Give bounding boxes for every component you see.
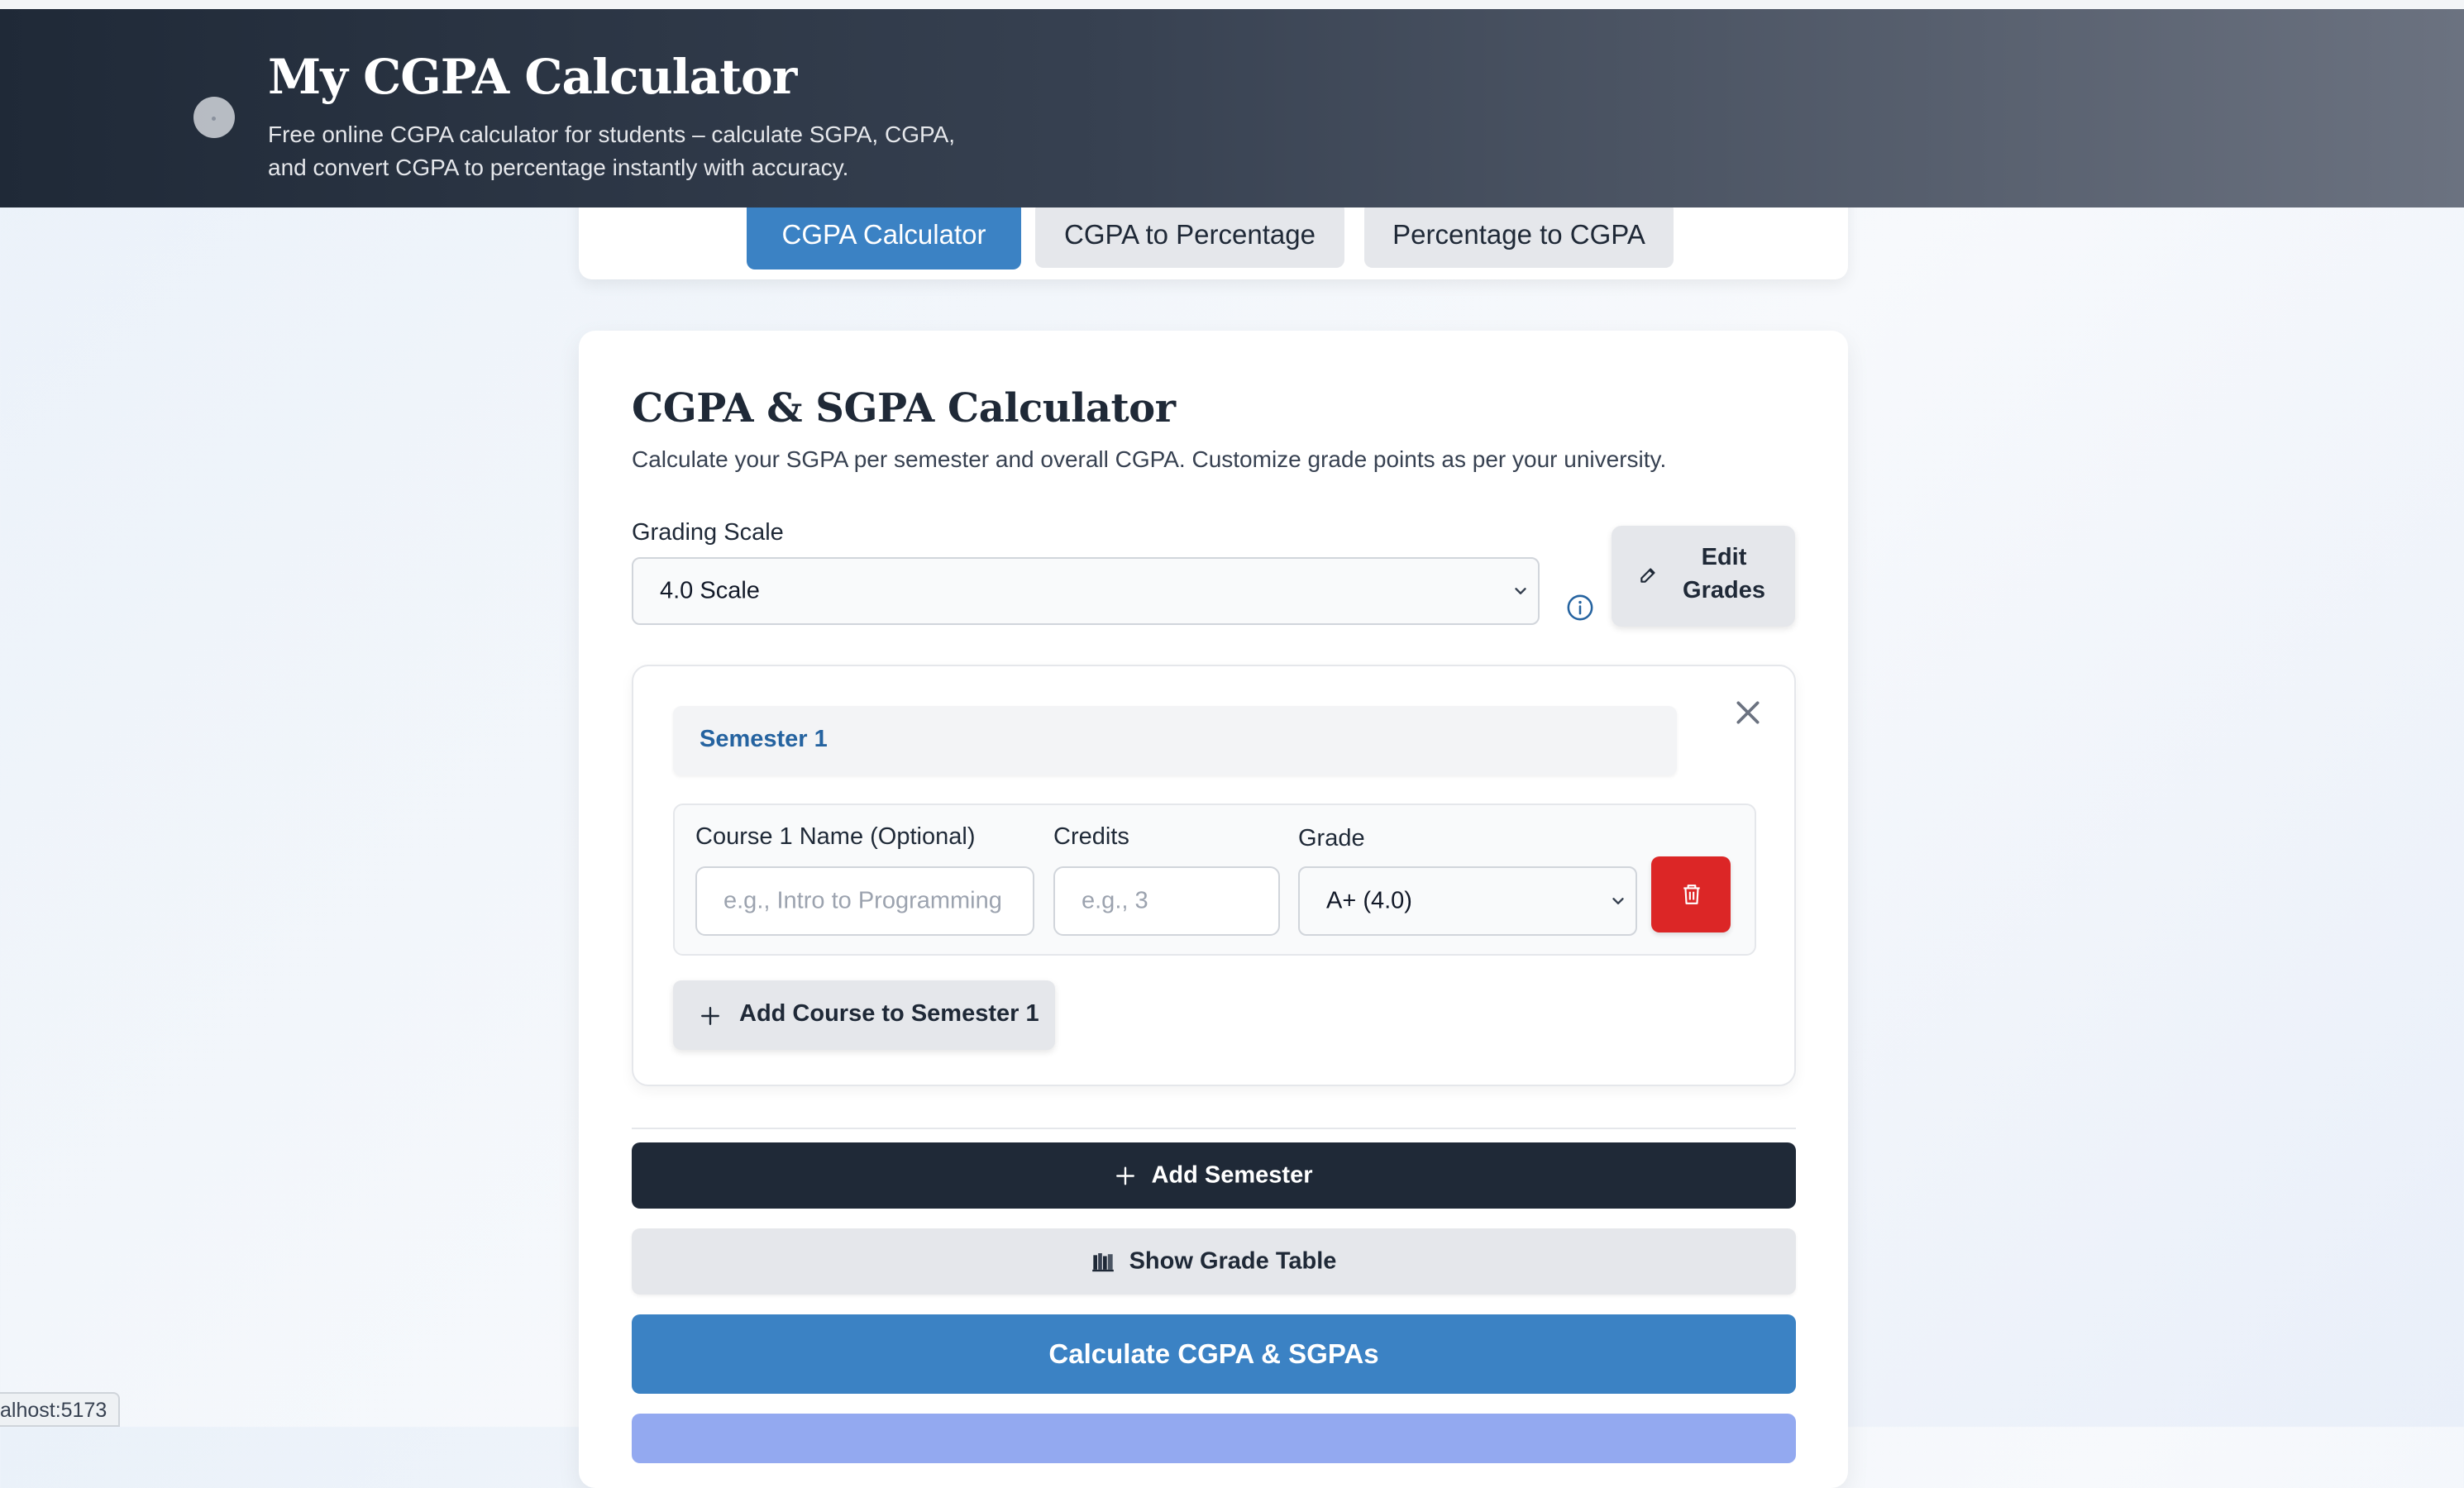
section-divider	[632, 1128, 1796, 1129]
calculator-title: CGPA & SGPA Calculator	[632, 385, 1176, 432]
next-action-button[interactable]	[632, 1414, 1796, 1463]
plus-icon	[701, 1007, 719, 1025]
browser-top-strip	[0, 0, 2464, 9]
course-name-label: Course 1 Name (Optional)	[695, 823, 976, 850]
status-bar-url: alhost:5173	[0, 1392, 121, 1427]
credits-placeholder: e.g., 3	[1082, 887, 1148, 914]
add-semester-label: Add Semester	[1151, 1161, 1313, 1189]
books-icon	[1091, 1252, 1114, 1271]
course-name-input[interactable]: e.g., Intro to Programming	[695, 866, 1034, 936]
grading-scale-value: 4.0 Scale	[660, 577, 760, 604]
edit-icon	[1640, 568, 1655, 583]
semester-card: Semester 1 Course 1 Name (Optional) e.g.…	[632, 665, 1796, 1086]
calculator-description: Calculate your SGPA per semester and ove…	[632, 446, 1667, 472]
delete-course-button[interactable]	[1651, 856, 1731, 932]
tab-cgpa-to-percentage[interactable]: CGPA to Percentage	[1035, 202, 1344, 268]
credits-label: Credits	[1053, 823, 1129, 850]
site-subtitle-line-2: and convert CGPA to percentage instantly…	[268, 155, 849, 180]
logo-icon	[193, 97, 235, 138]
edit-grades-label-line-1: Edit	[1701, 544, 1747, 570]
close-icon[interactable]	[1731, 696, 1764, 729]
chevron-down-icon	[1612, 898, 1624, 904]
info-icon[interactable]	[1566, 594, 1594, 622]
tab-percentage-to-cgpa[interactable]: Percentage to CGPA	[1364, 202, 1674, 268]
show-grade-table-label: Show Grade Table	[1129, 1247, 1337, 1275]
chevron-down-icon	[1515, 588, 1526, 594]
site-subtitle: Free online CGPA calculator for students…	[268, 118, 1012, 184]
site-subtitle-line-1: Free online CGPA calculator for students…	[268, 122, 956, 147]
plus-icon	[1116, 1166, 1135, 1185]
edit-grades-button[interactable]: Edit Grades	[1612, 526, 1795, 627]
calculator-card: CGPA & SGPA Calculator Calculate your SG…	[579, 331, 1848, 1488]
grade-label: Grade	[1298, 825, 1365, 851]
edit-grades-label-line-2: Grades	[1683, 577, 1765, 603]
add-course-button[interactable]: Add Course to Semester 1	[673, 980, 1055, 1050]
credits-input[interactable]: e.g., 3	[1053, 866, 1280, 936]
course-name-placeholder: e.g., Intro to Programming	[723, 887, 1002, 914]
semester-name: Semester 1	[700, 726, 828, 752]
trash-icon	[1683, 885, 1700, 904]
grade-select[interactable]: A+ (4.0)	[1298, 866, 1637, 936]
site-title: My CGPA Calculator	[268, 49, 797, 105]
edit-grades-label: Edit Grades	[1668, 541, 1780, 607]
site-header: My CGPA Calculator Free online CGPA calc…	[0, 9, 2464, 207]
show-grade-table-button[interactable]: Show Grade Table	[632, 1228, 1796, 1295]
grading-scale-label: Grading Scale	[632, 519, 784, 546]
add-semester-button[interactable]: Add Semester	[632, 1142, 1796, 1209]
tab-cgpa-calculator[interactable]: CGPA Calculator	[747, 200, 1021, 269]
course-row: Course 1 Name (Optional) e.g., Intro to …	[673, 804, 1756, 956]
grading-scale-select[interactable]: 4.0 Scale	[632, 557, 1540, 625]
calculate-button[interactable]: Calculate CGPA & SGPAs	[632, 1314, 1796, 1394]
semester-name-field[interactable]: Semester 1	[673, 706, 1677, 775]
grade-value: A+ (4.0)	[1326, 887, 1412, 914]
add-course-label: Add Course to Semester 1	[739, 1000, 1039, 1027]
calculate-label: Calculate CGPA & SGPAs	[1048, 1338, 1379, 1369]
